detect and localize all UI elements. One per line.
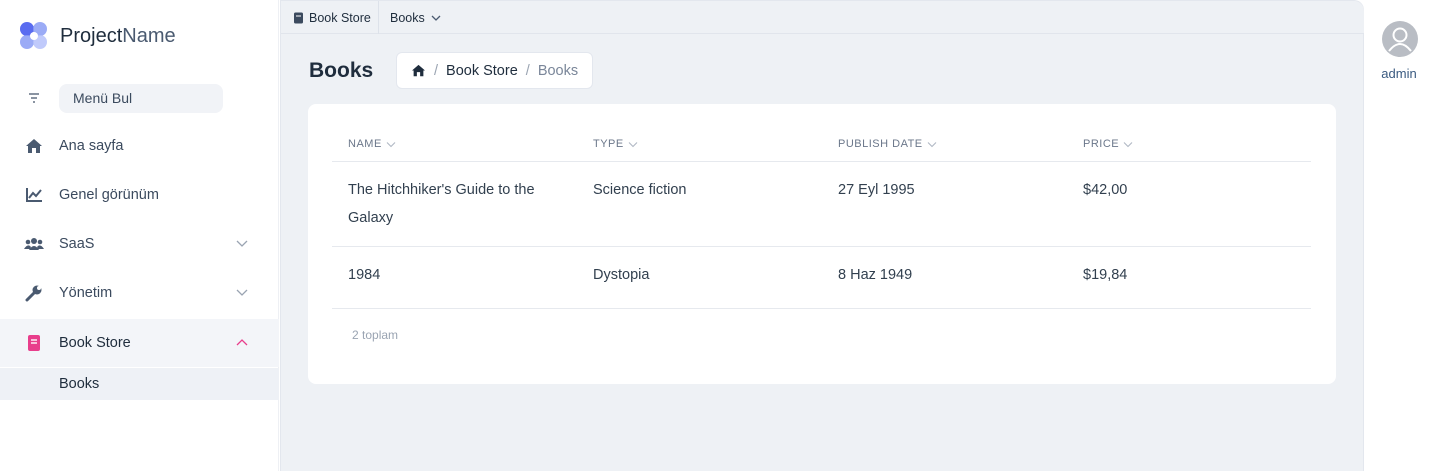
breadcrumb-separator: / [525,62,530,79]
sidebar-item-label: Ana sayfa [59,138,124,154]
breadcrumb: / Book Store / Books [396,52,593,89]
breadcrumb-current: Books [537,62,579,79]
wrench-icon [24,283,44,303]
logo-icon [20,22,47,49]
user-icon [1388,27,1412,52]
cell-type: Dystopia [593,267,650,283]
user-name[interactable]: admin [1364,66,1434,81]
books-card: NAME TYPE PUBLISH DATE PRICE The Hitchhi [308,104,1336,384]
sort-chevron-icon [927,141,937,147]
avatar[interactable] [1382,21,1418,57]
main-content: Book Store Books Books / Book Store / Bo… [280,0,1364,471]
cell-publish-date: 27 Eyl 1995 [838,182,915,198]
user-panel: admin [1364,0,1434,471]
book-icon [294,12,303,23]
tab-label: Books [390,10,425,25]
table-total-count: 2 toplam [352,328,399,342]
sidebar-item-label: SaaS [59,236,95,252]
sort-chevron-icon [628,141,638,147]
tab-book-store[interactable]: Book Store [281,1,379,34]
sidebar-item-label: Yönetim [59,285,113,301]
users-icon [24,234,44,254]
breadcrumb-link-book-store[interactable]: Book Store [446,63,518,79]
table-row[interactable]: The Hitchhiker's Guide to the Galaxy Sci… [332,162,1311,247]
menu-search-input[interactable]: Menü Bul [59,84,223,113]
sidebar-item-saas[interactable]: SaaS [0,220,279,268]
cell-publish-date: 8 Haz 1949 [838,267,913,283]
cell-price: $19,84 [1083,267,1128,283]
sidebar-item-book-store[interactable]: Book Store [0,319,279,367]
breadcrumb-separator: / [434,62,439,79]
sidebar-item-label: Book Store [59,335,131,351]
brand-name: ProjectName [60,24,176,47]
chevron-up-icon [236,339,248,346]
tab-label: Book Store [309,10,371,25]
sidebar-subitem-label: Books [59,376,100,392]
sidebar-item-management[interactable]: Yönetim [0,269,279,317]
cell-price: $42,00 [1083,182,1128,198]
sort-chevron-icon [1123,141,1133,147]
cell-name: 1984 [348,267,381,283]
chevron-down-icon [236,289,248,296]
home-icon [24,136,44,156]
sort-chevron-icon [386,141,396,147]
chevron-down-icon [236,240,248,247]
page-title: Books [309,59,374,82]
book-icon [24,333,44,353]
brand-logo[interactable]: ProjectName [18,20,176,52]
cell-type: Science fiction [593,182,687,198]
menu-search-row: Menü Bul [0,82,279,115]
tab-books[interactable]: Books [379,1,442,34]
column-header-name[interactable]: NAME [348,138,396,150]
sidebar: ProjectName Menü Bul Ana sayfa Genel gör… [0,0,279,471]
books-table: NAME TYPE PUBLISH DATE PRICE The Hitchhi [332,128,1311,309]
column-header-publish-date[interactable]: PUBLISH DATE [838,138,937,150]
column-header-type[interactable]: TYPE [593,138,638,150]
column-header-price[interactable]: PRICE [1083,138,1133,150]
home-icon[interactable] [411,64,426,77]
sidebar-item-overview[interactable]: Genel görünüm [0,171,279,219]
table-row[interactable]: 1984 Dystopia 8 Haz 1949 $19,84 [332,247,1311,309]
chart-line-icon [24,185,44,205]
tab-bar: Book Store Books [281,1,1364,34]
table-header: NAME TYPE PUBLISH DATE PRICE [332,128,1311,162]
filter-icon[interactable] [27,91,41,105]
sidebar-subitem-books[interactable]: Books [0,368,279,400]
chevron-down-icon [431,15,441,21]
cell-name: The Hitchhiker's Guide to the Galaxy [348,182,535,226]
sidebar-item-home[interactable]: Ana sayfa [0,122,279,170]
sidebar-item-label: Genel görünüm [59,187,159,203]
